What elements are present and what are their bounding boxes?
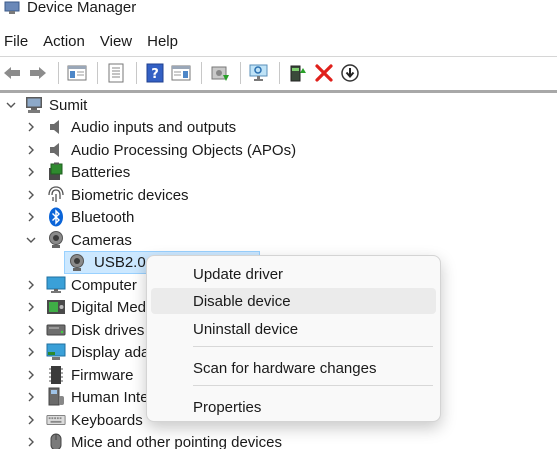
tree-item-biometric[interactable]: Biometric devices xyxy=(24,184,189,206)
help-icon[interactable]: ? xyxy=(143,61,167,85)
chevron-right-icon[interactable] xyxy=(24,210,38,224)
monitor-icon xyxy=(46,275,66,295)
tree-item-label: Biometric devices xyxy=(71,186,189,204)
chevron-right-icon[interactable] xyxy=(24,165,38,179)
webcam-icon xyxy=(67,253,87,273)
tree-item-label: Cameras xyxy=(71,231,132,249)
menu-separator xyxy=(193,346,433,347)
tree-item-keyboards[interactable]: Keyboards xyxy=(24,409,143,431)
toolbar: ? xyxy=(0,56,557,88)
tree-root-label: Sumit xyxy=(49,96,88,114)
tree-item-label: Disk drives xyxy=(71,321,145,339)
computer-icon xyxy=(24,95,44,115)
uninstall-icon[interactable] xyxy=(338,61,362,85)
chevron-right-icon[interactable] xyxy=(24,323,38,337)
battery-icon xyxy=(46,162,66,182)
tree-item-label: Audio Processing Objects (APOs) xyxy=(71,141,297,159)
menu-item-properties[interactable]: Properties xyxy=(151,394,436,420)
chevron-down-icon[interactable] xyxy=(4,98,18,112)
menu-item-scan-hardware[interactable]: Scan for hardware changes xyxy=(151,355,436,381)
menu-action[interactable]: Action xyxy=(39,33,89,50)
tree-item-label: Firmware xyxy=(71,366,134,384)
mouse-icon xyxy=(46,432,66,449)
camera-icon xyxy=(46,230,66,250)
bluetooth-icon xyxy=(46,207,66,227)
svg-text:?: ? xyxy=(151,67,159,82)
disk-icon xyxy=(46,320,66,340)
chevron-right-icon[interactable] xyxy=(24,390,38,404)
hid-icon xyxy=(46,387,66,407)
chevron-right-icon[interactable] xyxy=(24,120,38,134)
fingerprint-icon xyxy=(46,185,66,205)
forward-arrow-icon[interactable] xyxy=(26,61,50,85)
update-driver-icon[interactable] xyxy=(208,61,232,85)
display-adapter-icon xyxy=(46,342,66,362)
tree-item-computer[interactable]: Computer xyxy=(24,274,137,296)
tree-item-label: Mice and other pointing devices xyxy=(71,433,282,449)
view-icon[interactable] xyxy=(169,61,193,85)
tree-item-firmware[interactable]: Firmware xyxy=(24,364,134,386)
menu-item-update-driver[interactable]: Update driver xyxy=(151,261,436,287)
enable-device-icon[interactable] xyxy=(286,61,310,85)
tree-item-mice[interactable]: Mice and other pointing devices xyxy=(24,431,282,449)
chevron-right-icon[interactable] xyxy=(24,278,38,292)
toolbar-separator xyxy=(201,61,202,84)
title-bar: Device Manager xyxy=(0,0,557,22)
toolbar-separator xyxy=(240,61,241,84)
toolbar-separator xyxy=(58,61,59,84)
chevron-down-icon[interactable] xyxy=(24,233,38,247)
tree-item-human-interface[interactable]: Human Inte xyxy=(24,386,149,408)
disable-device-icon[interactable] xyxy=(312,61,336,85)
chevron-right-icon[interactable] xyxy=(24,143,38,157)
tree-item-display-adapters[interactable]: Display ada xyxy=(24,341,149,363)
toolbar-separator xyxy=(279,61,280,84)
tree-item-label: Keyboards xyxy=(71,411,143,429)
chevron-right-icon[interactable] xyxy=(24,345,38,359)
tree-item-label: Batteries xyxy=(71,163,131,181)
tree-root[interactable]: Sumit xyxy=(4,94,87,116)
tree-item-batteries[interactable]: Batteries xyxy=(24,161,130,183)
chevron-right-icon[interactable] xyxy=(24,300,38,314)
properties-sheet-icon[interactable] xyxy=(104,61,128,85)
scan-hardware-icon[interactable] xyxy=(247,61,271,85)
tree-item-cameras[interactable]: Cameras xyxy=(24,229,132,251)
menu-view[interactable]: View xyxy=(96,33,136,50)
menu-bar: File Action View Help xyxy=(0,28,189,54)
chevron-right-icon[interactable] xyxy=(24,435,38,449)
speaker-icon xyxy=(46,117,66,137)
chevron-right-icon[interactable] xyxy=(24,368,38,382)
back-arrow-icon[interactable] xyxy=(0,61,24,85)
menu-item-uninstall-device[interactable]: Uninstall device xyxy=(151,316,436,342)
tree-item-label: Display ada xyxy=(71,343,150,361)
window-title: Device Manager xyxy=(27,0,137,16)
context-menu: Update driver Disable device Uninstall d… xyxy=(146,255,441,422)
menu-help[interactable]: Help xyxy=(143,33,182,50)
tree-item-audio-inputs[interactable]: Audio inputs and outputs xyxy=(24,116,236,138)
media-icon xyxy=(46,297,66,317)
toolbar-separator xyxy=(97,61,98,84)
tree-item-label: Computer xyxy=(71,276,137,294)
tree-item-digital-media[interactable]: Digital Med xyxy=(24,296,146,318)
tree-item-disk-drives[interactable]: Disk drives xyxy=(24,319,144,341)
menu-file[interactable]: File xyxy=(0,33,32,50)
firmware-icon xyxy=(46,365,66,385)
tree-item-label: Digital Med xyxy=(71,298,147,316)
speaker-icon xyxy=(46,140,66,160)
keyboard-icon xyxy=(46,410,66,430)
toolbar-bottom-border xyxy=(0,90,557,93)
menu-separator xyxy=(193,385,433,386)
tree-item-label: Human Inte xyxy=(71,388,149,406)
tree-item-label: Audio inputs and outputs xyxy=(71,118,237,136)
show-hide-console-tree-icon[interactable] xyxy=(65,61,89,85)
menu-item-disable-device[interactable]: Disable device xyxy=(151,288,436,314)
tree-item-audio-processing[interactable]: Audio Processing Objects (APOs) xyxy=(24,139,296,161)
tree-item-bluetooth[interactable]: Bluetooth xyxy=(24,206,134,228)
device-manager-icon xyxy=(4,1,20,14)
chevron-right-icon[interactable] xyxy=(24,413,38,427)
toolbar-separator xyxy=(136,61,137,84)
chevron-right-icon[interactable] xyxy=(24,188,38,202)
tree-item-label: Bluetooth xyxy=(71,208,135,226)
